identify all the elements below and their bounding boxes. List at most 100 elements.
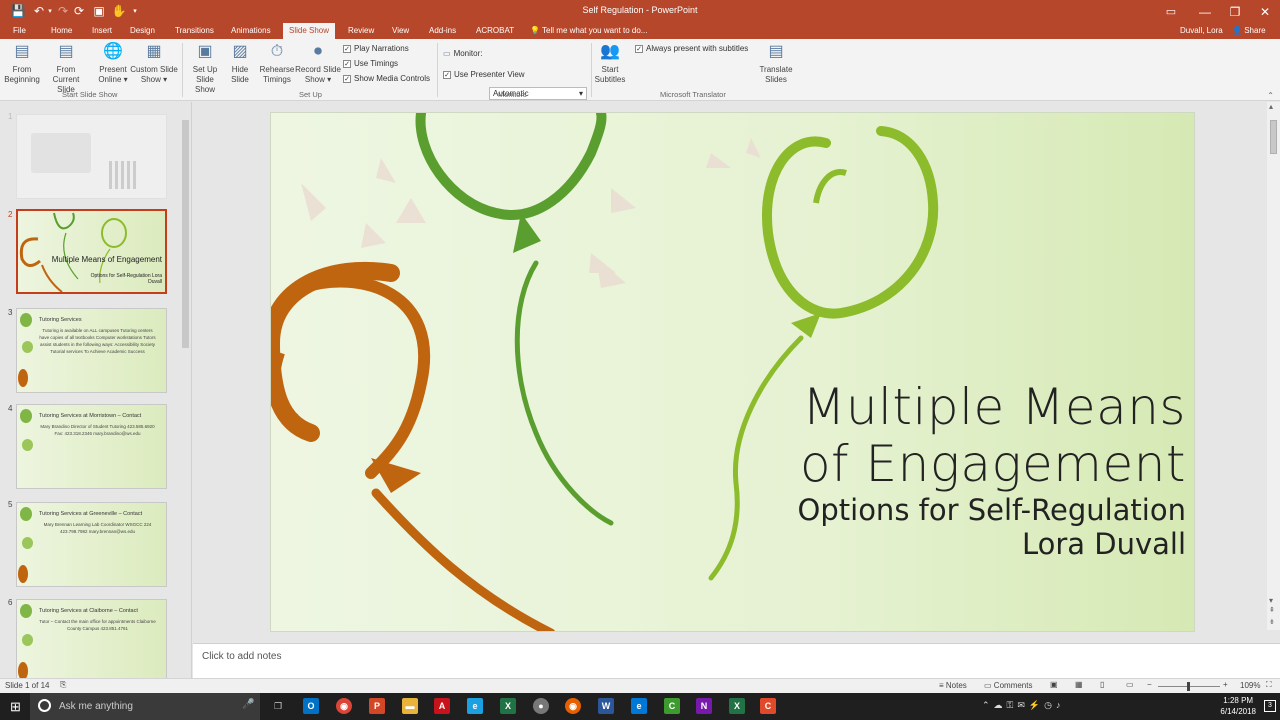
slide-show-view-icon[interactable]: ▭ — [1126, 680, 1134, 689]
camtasia-icon[interactable]: C — [664, 698, 680, 714]
tab-acrobat[interactable]: ACROBAT — [476, 23, 514, 39]
thumbnail-scroll-thumb[interactable] — [182, 120, 189, 348]
zoom-level[interactable]: 109% — [1240, 681, 1260, 690]
slide-thumbnail-1[interactable] — [16, 114, 167, 199]
zoom-in-icon[interactable]: + — [1223, 680, 1228, 689]
slide-thumbnail-5[interactable]: Tutoring Services at Greeneville – Conta… — [16, 502, 167, 587]
app-icon[interactable]: ● — [533, 698, 549, 714]
zoom-out-icon[interactable]: − — [1147, 680, 1152, 689]
monitor-label: Monitor: — [453, 49, 483, 58]
firefox-icon[interactable]: ◉ — [565, 698, 581, 714]
use-presenter-view-checkbox[interactable]: ✓ Use Presenter View — [443, 70, 525, 79]
scroll-up-icon[interactable]: ▴ — [1269, 102, 1273, 111]
play-narrations-checkbox[interactable]: ✓ Play Narrations — [343, 44, 409, 53]
notes-toggle-button[interactable]: ≡ Notes — [939, 681, 967, 690]
task-view-icon[interactable]: ❐ — [270, 698, 286, 714]
record-slide-show-button[interactable]: ⏺ Record Slide Show ▾ — [295, 42, 341, 85]
slide-title[interactable]: Multiple Means of Engagement — [800, 379, 1186, 493]
slide-thumbnail-3[interactable]: Tutoring Services Tutoring is available … — [16, 308, 167, 393]
thumbnail-scrollbar[interactable] — [181, 112, 190, 676]
tab-transitions[interactable]: Transitions — [175, 23, 214, 39]
share-button[interactable]: 👤 Share — [1232, 23, 1266, 39]
excel-secondary-icon[interactable]: X — [729, 698, 745, 714]
tab-design[interactable]: Design — [130, 23, 155, 39]
globe-icon: 🌐 — [103, 43, 123, 60]
word-icon[interactable]: W — [598, 698, 614, 714]
slide-scrollbar[interactable]: ▴ ▾ ⇞ ⇟ — [1267, 102, 1280, 630]
slide-sorter-icon[interactable]: ▦ — [1075, 680, 1083, 689]
use-timings-checkbox[interactable]: ✓ Use Timings — [343, 59, 398, 68]
thumb-balloon-image — [22, 634, 33, 646]
previous-slide-icon[interactable]: ⇞ — [1269, 606, 1275, 614]
collapse-ribbon-icon[interactable]: ⌃ — [1267, 91, 1274, 100]
group-divider — [591, 43, 592, 97]
translate-slides-button[interactable]: ▤ Translate Slides — [758, 42, 794, 85]
outlook-icon[interactable]: O — [303, 698, 319, 714]
thumb-balloon-image — [20, 604, 32, 618]
excel-icon[interactable]: X — [500, 698, 516, 714]
scroll-down-icon[interactable]: ▾ — [1269, 596, 1273, 605]
start-subtitles-button[interactable]: 👥 Start Subtitles — [593, 42, 627, 85]
slide-scroll-thumb[interactable] — [1270, 120, 1277, 154]
slide-thumbnail-2[interactable]: Multiple Means of Engagement Options for… — [16, 209, 167, 294]
hide-slide-button[interactable]: ▨ Hide Slide — [228, 42, 252, 85]
acrobat-icon[interactable]: A — [434, 698, 450, 714]
maximize-button[interactable]: ❐ — [1220, 0, 1250, 23]
powerpoint-icon[interactable]: P — [369, 698, 385, 714]
custom-slide-show-button[interactable]: ▦ Custom Slide Show ▾ — [130, 42, 178, 85]
people-icon: 👥 — [600, 43, 620, 60]
from-current-slide-button[interactable]: ▤ From Current Slide — [43, 42, 89, 95]
normal-view-icon[interactable]: ▣ — [1050, 680, 1058, 689]
comments-toggle-button[interactable]: ▭ Comments — [984, 681, 1032, 690]
tab-animations[interactable]: Animations — [231, 23, 271, 39]
tab-file[interactable]: File — [13, 23, 26, 39]
show-media-controls-checkbox[interactable]: ✓ Show Media Controls — [343, 74, 430, 83]
always-present-label: Always present with subtitles — [646, 44, 749, 53]
clock[interactable]: 1:28 PM 6/14/2018 — [1220, 695, 1256, 717]
recorder-icon[interactable]: C — [760, 698, 776, 714]
windows-start-icon[interactable]: ⊞ — [10, 699, 21, 715]
slide-2[interactable]: Multiple Means of Engagement Options for… — [270, 112, 1195, 632]
rehearse-timings-button[interactable]: ⏱ Rehearse Timings — [259, 42, 295, 85]
always-present-subtitles-checkbox[interactable]: ✓ Always present with subtitles — [635, 44, 748, 53]
tab-home[interactable]: Home — [51, 23, 72, 39]
set-up-slide-show-button[interactable]: ▣ Set Up Slide Show — [186, 42, 224, 95]
zoom-slider[interactable] — [1158, 682, 1220, 691]
reading-view-icon[interactable]: ▯ — [1100, 680, 1104, 689]
microphone-icon[interactable]: 🎤 — [242, 699, 254, 710]
tab-add-ins[interactable]: Add-ins — [429, 23, 456, 39]
group-divider — [182, 43, 183, 97]
edge-icon[interactable]: e — [631, 698, 647, 714]
next-slide-icon[interactable]: ⇟ — [1269, 618, 1275, 626]
setup-icon: ▣ — [197, 43, 213, 60]
present-online-button[interactable]: 🌐 Present Online ▾ — [95, 42, 131, 85]
tab-view[interactable]: View — [392, 23, 409, 39]
file-explorer-icon[interactable]: ▬ — [402, 698, 418, 714]
close-button[interactable]: ✕ — [1250, 0, 1280, 23]
group-divider — [437, 43, 438, 97]
internet-explorer-icon[interactable]: e — [467, 698, 483, 714]
thumb-balloon-image — [20, 313, 32, 327]
thumb-2-body: Options for Self-Regulation Lora Duvall — [90, 273, 162, 285]
chrome-icon[interactable]: ◉ — [336, 698, 352, 714]
notes-pane[interactable]: Click to add notes — [193, 643, 1280, 678]
spell-check-icon[interactable]: ⎘ — [60, 680, 66, 690]
action-center-icon[interactable]: 3 — [1264, 700, 1276, 712]
fit-slide-icon[interactable]: ⛶ — [1266, 680, 1272, 690]
slide-subtitle[interactable]: Options for Self-Regulation Lora Duvall — [798, 493, 1186, 561]
from-beginning-button[interactable]: ▤ From Beginning — [3, 42, 41, 85]
system-tray-icons[interactable]: ⌃☁⚿✉⚡◷♪ — [982, 700, 1065, 711]
tab-insert[interactable]: Insert — [92, 23, 112, 39]
slide-thumbnail-4[interactable]: Tutoring Services at Morristown – Contac… — [16, 404, 167, 489]
user-name[interactable]: Duvall, Lora — [1180, 23, 1223, 39]
ribbon-display-options-icon[interactable]: ▭ — [1156, 0, 1186, 23]
tell-me-box[interactable]: 💡 Tell me what you want to do... — [530, 23, 647, 39]
slide-thumbnail-6[interactable]: Tutoring Services at Claiborne – Contact… — [16, 599, 167, 678]
tab-slide-show[interactable]: Slide Show — [283, 23, 336, 39]
cortana-search-box[interactable]: Ask me anything 🎤 — [30, 693, 260, 720]
tab-review[interactable]: Review — [348, 23, 374, 39]
slideshow-start-icon: ▤ — [14, 43, 30, 60]
minimize-button[interactable]: — — [1190, 0, 1220, 23]
zoom-slider-thumb[interactable] — [1187, 682, 1190, 691]
onenote-icon[interactable]: N — [696, 698, 712, 714]
